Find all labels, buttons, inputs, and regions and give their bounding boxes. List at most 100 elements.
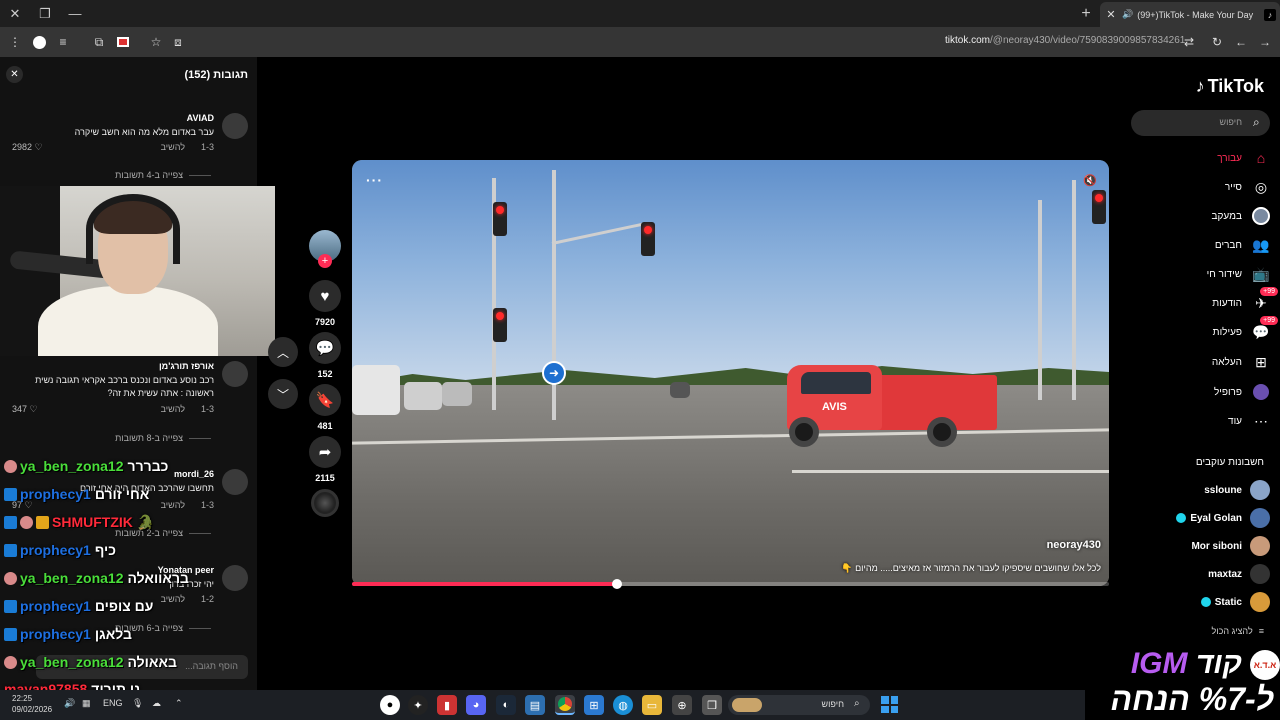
media-control-icon[interactable]: ≡ [54, 33, 72, 51]
site-settings-icon[interactable]: ⇄ [1180, 33, 1198, 51]
comment-likes[interactable]: 97 ♡ [12, 500, 33, 511]
previous-video-button[interactable]: ︿ [268, 337, 298, 367]
like-count: 97 [12, 500, 23, 510]
onedrive-icon[interactable]: ☁ [152, 698, 161, 709]
mic-icon[interactable]: 🎙 [132, 698, 143, 709]
taskbar-clock[interactable]: 22:25 09/02/2026 [12, 693, 52, 715]
avatar[interactable] [222, 361, 248, 387]
comment-action[interactable]: 💬 152 [309, 332, 341, 379]
extension-red-icon[interactable] [114, 33, 132, 51]
share-action[interactable]: ➦ 2115 [309, 436, 341, 483]
file-explorer-icon[interactable]: ▭ [642, 695, 662, 715]
followed-account[interactable]: Static [1130, 591, 1270, 613]
video-more-icon[interactable]: ··· [366, 172, 383, 188]
volume-icon[interactable]: 🔊 [64, 698, 75, 709]
reply-link[interactable]: להשיב [161, 142, 185, 152]
music-disc-icon[interactable] [311, 489, 339, 517]
network-icon[interactable]: ▦ [82, 698, 91, 709]
view-replies-link[interactable]: צפייה ב-8 תשובות [115, 433, 211, 443]
comment-username[interactable]: אורפז תורג'מן [159, 361, 214, 371]
discord-icon[interactable]: ◕ [466, 695, 486, 715]
extensions-icon[interactable]: ⧉ [90, 33, 108, 51]
close-comments-icon[interactable]: ✕ [6, 66, 23, 83]
reply-link[interactable]: להשיב [161, 404, 185, 414]
app-icon[interactable]: ▮ [437, 695, 457, 715]
new-tab-icon[interactable]: + [1076, 4, 1096, 24]
heart-icon[interactable]: ♥ [309, 280, 341, 312]
close-window-icon[interactable]: ✕ [0, 0, 30, 27]
minimize-window-icon[interactable]: — [60, 0, 90, 27]
nav-more[interactable]: ⋯ עוד [1130, 409, 1270, 433]
address-bar[interactable]: tiktok.com/@neoray430/video/759083900985… [945, 35, 1185, 46]
windows-start-icon[interactable] [881, 696, 898, 713]
nav-friends[interactable]: 👥 חברים [1130, 233, 1270, 257]
video-username[interactable]: neoray430 [1047, 539, 1101, 551]
restore-window-icon[interactable]: ❐ [30, 0, 60, 27]
app-icon[interactable]: ⊕ [672, 695, 692, 715]
tiktok-logo[interactable]: ♪ TikTok [1196, 76, 1264, 97]
follow-plus-icon[interactable]: + [318, 254, 332, 268]
nav-upload[interactable]: ⊞ העלאה [1130, 350, 1270, 374]
followed-account[interactable]: Mor siboni [1130, 535, 1270, 557]
bookmark-icon[interactable]: 🔖 [309, 384, 341, 416]
close-tab-icon[interactable]: ✕ [1104, 8, 1118, 21]
nav-profile[interactable]: פרופיל [1130, 380, 1270, 404]
view-replies-link[interactable]: צפייה ב-4 תשובות [115, 170, 211, 180]
search-input[interactable]: חיפוש ⌕ [1131, 110, 1270, 136]
comment-username[interactable]: AVIAD [187, 113, 214, 123]
browser-tab[interactable]: ✕ 🔊 (99+)TikTok - Make Your Day ♪ [1100, 2, 1280, 27]
nav-for-you[interactable]: ⌂ עבורך [1130, 146, 1270, 170]
tray-expand-icon[interactable]: ⌃ [175, 698, 183, 709]
view-replies-link[interactable]: צפייה ב-2 תשובות [115, 528, 211, 538]
steam-icon[interactable]: ◐ [496, 695, 516, 715]
nav-live[interactable]: 📺 שידור חי [1130, 262, 1270, 286]
video-progress-bar[interactable] [352, 579, 1109, 589]
followed-account[interactable]: ssloune [1130, 479, 1270, 501]
next-video-button[interactable]: ﹀ [268, 379, 298, 409]
task-view-icon[interactable]: ❒ [702, 695, 722, 715]
comment-likes[interactable]: 2982 ♡ [12, 142, 43, 153]
share-arrow-icon[interactable]: ➦ [309, 436, 341, 468]
show-all-link[interactable]: ≡ להציג הכול [1212, 626, 1264, 636]
save-action[interactable]: 🔖 481 [309, 384, 341, 431]
language-indicator[interactable]: ENG [103, 698, 123, 708]
nav-explore[interactable]: ◎ סייר [1130, 175, 1270, 199]
forward-icon[interactable]: → [1256, 33, 1274, 51]
edge-icon[interactable]: ◍ [613, 695, 633, 715]
comment-username[interactable]: mordi_26 [174, 469, 214, 479]
followed-account[interactable]: Eyal Golan [1130, 507, 1270, 529]
reload-icon[interactable]: ↻ [1208, 33, 1226, 51]
avatar[interactable] [222, 469, 248, 495]
audio-icon[interactable]: 🔊 [1122, 9, 1133, 20]
reply-link[interactable]: להשיב [161, 500, 185, 510]
taskbar-search[interactable]: חיפוש ⌕ [728, 695, 870, 715]
back-icon[interactable]: ← [1232, 33, 1250, 51]
app-icon[interactable]: ✦ [408, 695, 428, 715]
store-icon[interactable]: ⊞ [584, 695, 604, 715]
search-icon[interactable]: ⌕ [1253, 115, 1260, 130]
comment-bubble-icon[interactable]: 💬 [309, 332, 341, 364]
following-icon [1252, 207, 1270, 225]
progress-knob[interactable] [611, 579, 622, 589]
nav-activity[interactable]: 💬 99+ פעילות [1130, 316, 1278, 344]
pip-icon[interactable]: ⧈ [169, 33, 187, 51]
add-comment-input[interactable]: הוסף תגובה... [36, 655, 248, 679]
chrome-icon[interactable] [555, 695, 575, 715]
like-action[interactable]: ♥ 7920 [309, 280, 341, 327]
volume-icon[interactable]: 🔇 [1083, 174, 1097, 187]
menu-dots-icon[interactable]: ⋮ [6, 33, 24, 51]
profile-icon[interactable] [30, 33, 48, 51]
avatar[interactable] [222, 565, 248, 591]
photos-icon[interactable]: ▤ [525, 695, 545, 715]
followed-account[interactable]: maxtaz [1130, 563, 1270, 585]
nav-messages[interactable]: ✈ 99+ הודעות [1130, 287, 1278, 315]
reply-link[interactable]: להשיב [161, 594, 185, 604]
video-player[interactable]: ➜ AVIS ··· 🔇 neoray430 לכל אלו שחושבים ש… [352, 160, 1109, 586]
comment-likes[interactable]: 347 ♡ [12, 404, 38, 415]
avatar[interactable] [222, 113, 248, 139]
comment-username[interactable]: Yonatan peer [158, 565, 214, 575]
nav-following[interactable]: במעקב [1130, 204, 1270, 228]
obs-icon[interactable]: ● [380, 695, 400, 715]
view-replies-link[interactable]: צפייה ב-6 תשובות [115, 623, 211, 633]
bookmark-star-icon[interactable]: ☆ [147, 33, 165, 51]
